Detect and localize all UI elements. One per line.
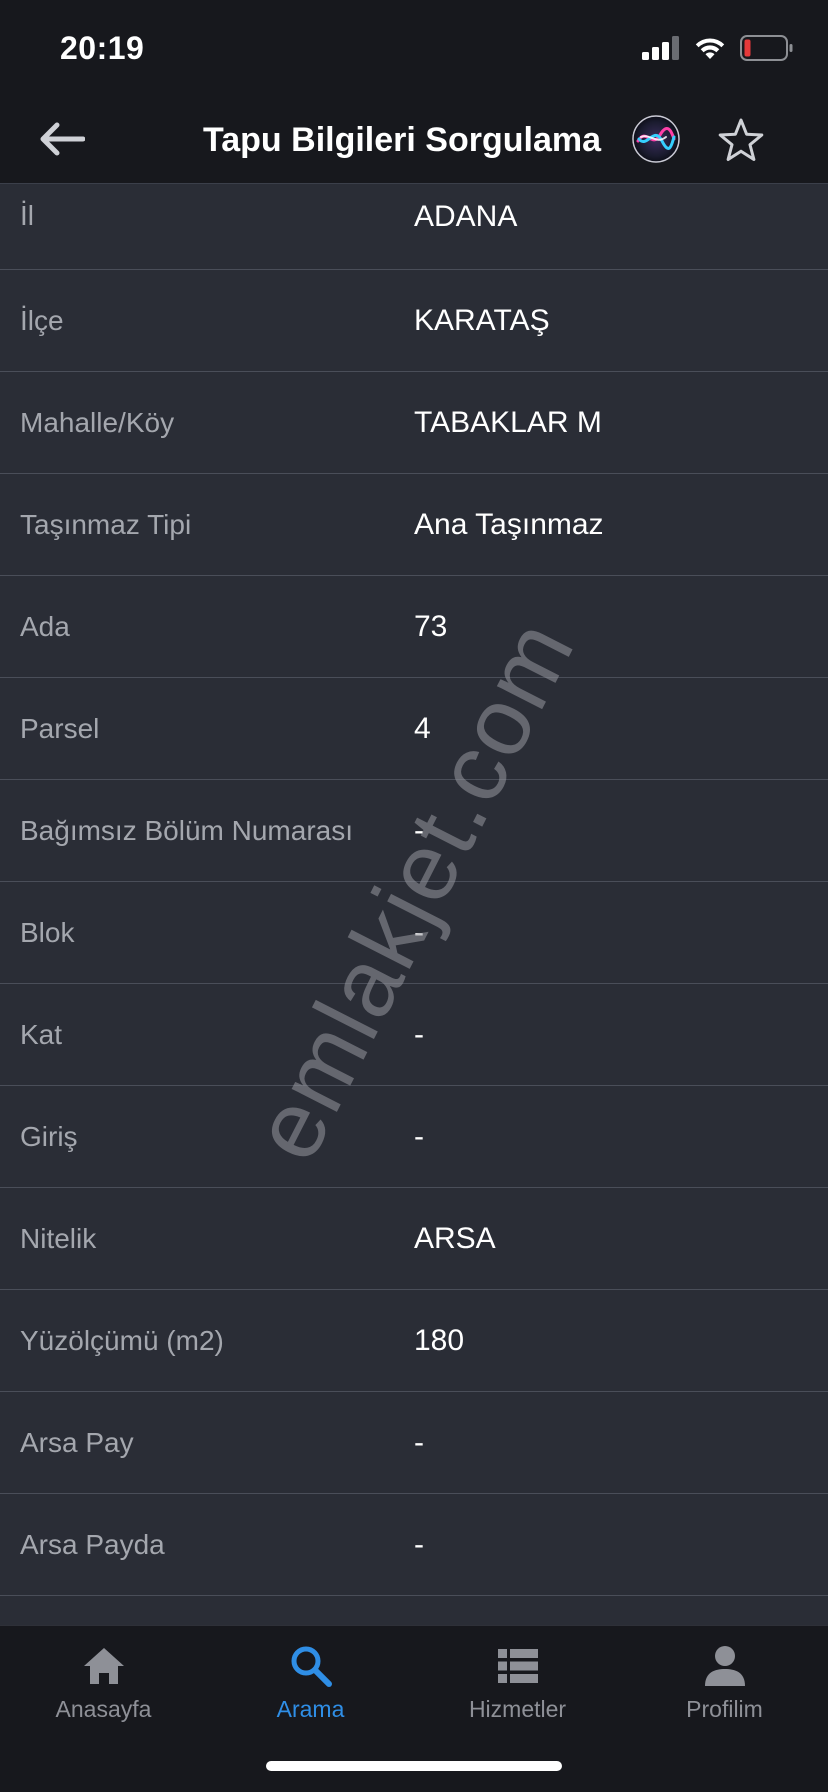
row-value: - (414, 915, 424, 949)
tab-arama[interactable]: Arama (207, 1626, 414, 1736)
list-item: Taşınmaz Tipi Ana Taşınmaz (0, 474, 828, 576)
tab-label: Arama (276, 1696, 345, 1722)
row-label: Nitelik (20, 1222, 97, 1254)
row-label: Ada (20, 610, 70, 642)
row-value: - (414, 813, 424, 847)
row-value: ADANA (414, 200, 518, 233)
status-time: 20:19 (60, 30, 145, 66)
list-item: Kat - (0, 984, 828, 1086)
row-label: Arsa Pay (20, 1426, 134, 1458)
row-value: ARSA (414, 1221, 496, 1255)
search-icon (291, 1646, 332, 1687)
list-item: Mahalle/Köy TABAKLAR M (0, 372, 828, 474)
star-icon[interactable] (716, 116, 766, 166)
row-value: TABAKLAR M (414, 405, 602, 439)
home-indicator[interactable] (266, 1761, 562, 1771)
tab-label: Hizmetler (468, 1696, 567, 1722)
row-label: Arsa Payda (20, 1528, 165, 1560)
list-item: Yüzölçümü (m2) 180 (0, 1290, 828, 1392)
list-item: Parsel 4 (0, 678, 828, 780)
row-label: Taşınmaz Tipi (20, 508, 192, 540)
home-icon (83, 1648, 124, 1684)
list-item: Arsa Pay - (0, 1392, 828, 1494)
page-title: Tapu Bilgileri Sorgulama (203, 121, 601, 159)
list-icon (497, 1649, 538, 1683)
status-icons (642, 34, 794, 62)
row-value: - (414, 1017, 424, 1051)
status-bar: 20:19 (0, 0, 828, 96)
back-button[interactable] (36, 116, 88, 162)
list-item: Nitelik ARSA (0, 1188, 828, 1290)
row-label: Bağımsız Bölüm Numarası (20, 814, 353, 846)
row-value: Ana Taşınmaz (414, 507, 604, 541)
row-value: 4 (414, 711, 431, 745)
list-item: İl ADANA (0, 184, 828, 270)
tab-profilim[interactable]: Profilim (621, 1626, 828, 1736)
cellular-signal-icon (642, 36, 679, 60)
row-label: İlçe (20, 304, 64, 336)
tab-label: Profilim (686, 1696, 763, 1722)
row-label: Parsel (20, 712, 100, 744)
arrow-left-icon (40, 122, 85, 156)
tab-anasayfa[interactable]: Anasayfa (0, 1626, 207, 1736)
row-label: Giriş (20, 1120, 78, 1152)
list-item: İlçe KARATAŞ (0, 270, 828, 372)
list-item: Arsa Payda - (0, 1494, 828, 1596)
row-label: Blok (20, 916, 75, 948)
siri-icon[interactable] (632, 115, 680, 163)
row-value: 73 (414, 609, 448, 643)
row-value: - (414, 1119, 424, 1153)
row-label: Kat (20, 1018, 63, 1050)
nav-bar: Tapu Bilgileri Sorgulama (0, 96, 828, 184)
tab-label: Anasayfa (55, 1696, 152, 1722)
screen: 20:19 Tapu Bilgileri Sorgulama İl ADANA … (0, 0, 828, 1792)
row-value: 180 (414, 1323, 465, 1357)
row-value: - (414, 1425, 424, 1459)
row-label: İl (20, 200, 34, 231)
list-item: Bağımsız Bölüm Numarası - (0, 780, 828, 882)
row-label: Yüzölçümü (m2) (20, 1324, 224, 1356)
person-icon (704, 1646, 745, 1686)
wifi-icon (695, 38, 725, 59)
list-item: Blok - (0, 882, 828, 984)
property-detail-list: İl ADANA İlçe KARATAŞ Mahalle/Köy TABAKL… (0, 184, 828, 1596)
row-value: - (414, 1527, 424, 1561)
list-item: Ada 73 (0, 576, 828, 678)
battery-low-icon (740, 35, 793, 61)
list-item: Giriş - (0, 1086, 828, 1188)
row-label: Mahalle/Köy (20, 406, 175, 438)
row-value: KARATAŞ (414, 303, 550, 337)
tab-hizmetler[interactable]: Hizmetler (414, 1626, 621, 1736)
